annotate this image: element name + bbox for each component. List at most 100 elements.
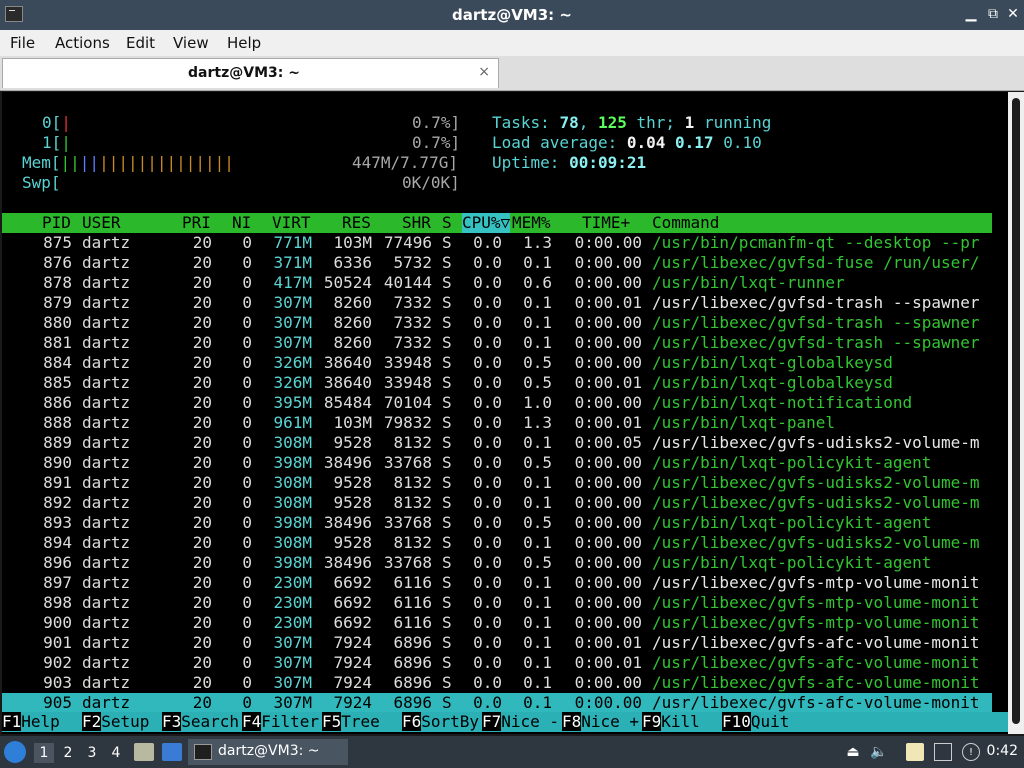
- fkey-key: F5: [322, 712, 342, 731]
- table-row[interactable]: 896 dartz 20 0 398M 38496 33768 S 0.0 0.5 0:00.00 /…: [2, 553, 992, 573]
- fkey-label: Nice +: [581, 712, 640, 731]
- workspace-4[interactable]: 4: [106, 743, 126, 763]
- col-s[interactable]: S: [442, 213, 452, 233]
- table-row[interactable]: 881 dartz 20 0 307M 8260 7332 S 0.0 0.1 0:00.00/us…: [2, 333, 992, 353]
- maximize-button[interactable]: ⧉: [984, 5, 1002, 23]
- table-row[interactable]: 902 dartz 20 0 307M 7924 6896 S 0.0 0.1 0:00.01/us…: [2, 653, 992, 673]
- table-row[interactable]: 892 dartz 20 0 308M 9528 8132 S 0.0 0.1 0:00.00/us…: [2, 493, 992, 513]
- col-virt[interactable]: VIRT: [272, 213, 311, 233]
- fkey-f4[interactable]: F4Filter: [242, 712, 319, 732]
- fkey-f3[interactable]: F3Search: [162, 712, 239, 732]
- clock[interactable]: 0:42: [987, 743, 1018, 759]
- table-row[interactable]: 875 dartz 20 0 771M 103M 77496 S 0.0 1.3 0:00.00/u…: [2, 233, 992, 253]
- table-row[interactable]: 888 dartz 20 0 961M 103M 79832 S 0.0 1.3 0:00.01/u…: [2, 413, 992, 433]
- col-user[interactable]: USER: [82, 213, 121, 233]
- scrollbar[interactable]: [1008, 92, 1024, 734]
- cell-user: dartz: [82, 673, 131, 692]
- cell-res: 9528: [333, 433, 372, 452]
- cell-pri: 20: [192, 233, 212, 252]
- col-cpu[interactable]: CPU%▽: [462, 213, 511, 233]
- workspace-2[interactable]: 2: [58, 743, 78, 763]
- show-desktop-icon[interactable]: [162, 743, 182, 761]
- table-row[interactable]: 885 dartz 20 0 326M 38640 33948 S 0.0 0.5 0:00.01 /…: [2, 373, 992, 393]
- cell-user: dartz: [82, 233, 131, 252]
- update-icon[interactable]: ⏏: [844, 743, 862, 761]
- table-row[interactable]: 898 dartz 20 0 230M 6692 6116 S 0.0 0.1 0:00.00/us…: [2, 593, 992, 613]
- table-row[interactable]: 879 dartz 20 0 307M 8260 7332 S 0.0 0.1 0:00.01/us…: [2, 293, 992, 313]
- tab-close-icon[interactable]: ×: [478, 64, 490, 80]
- fkey-f9[interactable]: F9Kill: [642, 712, 719, 732]
- col-command[interactable]: Command: [652, 213, 719, 233]
- cell-user: dartz: [82, 513, 131, 532]
- window-titlebar[interactable]: dartz@VM3: ~ ▁ ⧉ ✕: [0, 0, 1024, 30]
- workspace-1[interactable]: 1: [34, 743, 54, 763]
- workspace-3[interactable]: 3: [82, 743, 102, 763]
- fkey-f5[interactable]: F5Tree: [322, 712, 399, 732]
- table-row[interactable]: 901 dartz 20 0 307M 7924 6896 S 0.0 0.1 0:00.01/us…: [2, 633, 992, 653]
- col-pri[interactable]: PRI: [182, 213, 211, 233]
- terminal-view[interactable]: 0[| 0.7%] 1[| 0.7%] Mem[||||||||||||||||…: [2, 92, 1008, 734]
- cell-time: 0:00.00: [574, 393, 642, 412]
- table-row[interactable]: 905 dartz 20 0 307M 7924 6896 S 0.0 0.1 0:00.00/us…: [2, 693, 992, 713]
- scrollbar-thumb[interactable]: [1012, 98, 1020, 724]
- cell-res: 38496: [323, 453, 372, 472]
- table-row[interactable]: 890 dartz 20 0 398M 38496 33768 S 0.0 0.5 0:00.00 /…: [2, 453, 992, 473]
- cell-mem: 1.3: [523, 413, 552, 432]
- table-row[interactable]: 889 dartz 20 0 308M 9528 8132 S 0.0 0.1 0:00.05/us…: [2, 433, 992, 453]
- process-table-header[interactable]: PID USER PRI NI VIRT RES SHR S CPU%▽ MEM…: [2, 213, 992, 233]
- table-row[interactable]: 878 dartz 20 0 417M 50524 40144 S 0.0 0.6 0:00.00 /…: [2, 273, 992, 293]
- fkey-f6[interactable]: F6SortBy: [402, 712, 479, 732]
- fkey-f7[interactable]: F7Nice -: [482, 712, 559, 732]
- menu-actions[interactable]: Actions: [55, 34, 110, 52]
- network-icon[interactable]: [934, 743, 952, 761]
- table-row[interactable]: 891 dartz 20 0 308M 9528 8132 S 0.0 0.1 0:00.00/us…: [2, 473, 992, 493]
- close-button[interactable]: ✕: [1004, 5, 1022, 23]
- taskbar-item-terminal[interactable]: dartz@VM3: ~: [188, 739, 348, 765]
- table-row[interactable]: 886 dartz 20 0 395M 85484 70104 S 0.0 1.0 0:00.00 /…: [2, 393, 992, 413]
- cell-user: dartz: [82, 613, 131, 632]
- clipboard-icon[interactable]: [906, 743, 924, 761]
- tab-terminal[interactable]: dartz@VM3: ~ ×: [2, 58, 499, 88]
- cell-user: dartz: [82, 293, 131, 312]
- menu-edit[interactable]: Edit: [126, 34, 155, 52]
- table-row[interactable]: 880 dartz 20 0 307M 8260 7332 S 0.0 0.1 0:00.00/us…: [2, 313, 992, 333]
- cell-time: 0:00.00: [574, 453, 642, 472]
- menu-view[interactable]: View: [173, 34, 209, 52]
- col-pid[interactable]: PID: [42, 213, 71, 233]
- cell-pid: 875: [43, 233, 72, 252]
- table-row[interactable]: 893 dartz 20 0 398M 38496 33768 S 0.0 0.5 0:00.00 /…: [2, 513, 992, 533]
- cell-pri: 20: [192, 613, 212, 632]
- cell-pid: 890: [43, 453, 72, 472]
- menu-file[interactable]: File: [10, 34, 35, 52]
- cell-shr: 33768: [383, 553, 432, 572]
- fkey-label: Search: [181, 712, 240, 731]
- col-time[interactable]: TIME+: [582, 213, 630, 233]
- table-row[interactable]: 897 dartz 20 0 230M 6692 6116 S 0.0 0.1 0:00.00/us…: [2, 573, 992, 593]
- fkey-f8[interactable]: F8Nice +: [562, 712, 639, 732]
- table-row[interactable]: 884 dartz 20 0 326M 38640 33948 S 0.0 0.5 0:00.00 /…: [2, 353, 992, 373]
- notification-icon[interactable]: !: [962, 743, 980, 761]
- col-res[interactable]: RES: [342, 213, 371, 233]
- minimize-button[interactable]: ▁: [962, 5, 980, 23]
- col-shr[interactable]: SHR: [402, 213, 431, 233]
- file-manager-icon[interactable]: [134, 743, 154, 761]
- taskbar: 1 2 3 4 dartz@VM3: ~ ⏏ 🔈 ! 0:42: [0, 736, 1024, 768]
- cell-pri: 20: [192, 553, 212, 572]
- cell-user: dartz: [82, 253, 131, 272]
- col-mem[interactable]: MEM%: [512, 213, 551, 233]
- menu-help[interactable]: Help: [227, 34, 261, 52]
- fkey-f1[interactable]: F1Help: [2, 712, 60, 732]
- col-ni[interactable]: NI: [232, 213, 251, 233]
- fkey-f10[interactable]: F10Quit: [722, 712, 789, 732]
- table-row[interactable]: 894 dartz 20 0 308M 9528 8132 S 0.0 0.1 0:00.00/us…: [2, 533, 992, 553]
- cell-user: dartz: [82, 473, 131, 492]
- table-row[interactable]: 900 dartz 20 0 230M 6692 6116 S 0.0 0.1 0:00.00/us…: [2, 613, 992, 633]
- fkey-f2[interactable]: F2Setup: [82, 712, 149, 732]
- start-menu-icon[interactable]: [4, 741, 26, 763]
- cell-time: 0:00.05: [574, 433, 642, 452]
- table-row[interactable]: 876 dartz 20 0 371M 6336 5732 S 0.0 0.1 0:00.00/us…: [2, 253, 992, 273]
- table-row[interactable]: 903 dartz 20 0 307M 7924 6896 S 0.0 0.1 0:00.00/us…: [2, 673, 992, 693]
- cell-pid: 892: [43, 493, 72, 512]
- cell-cpu: 0.0: [473, 233, 502, 252]
- volume-icon[interactable]: 🔈: [870, 743, 888, 761]
